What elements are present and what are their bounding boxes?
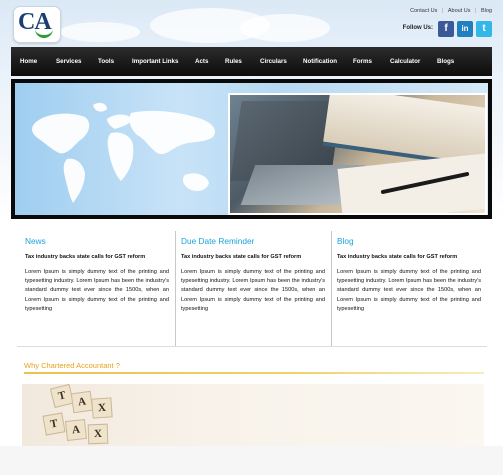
section-underline (24, 372, 484, 374)
nav-item-calculator[interactable]: Calculator (390, 58, 420, 65)
tax-dice-image: T A X T A X (22, 384, 484, 446)
blog-title[interactable]: Blog (337, 236, 354, 246)
blog-body: Lorem Ipsum is simply dummy text of the … (337, 269, 481, 312)
due-date-subtitle[interactable]: Tax industry backs state calls for GST r… (181, 254, 301, 260)
blog-column: Blog Tax industry backs state calls for … (329, 231, 482, 346)
dice-a: A (70, 390, 94, 414)
cloud-decoration (60, 22, 140, 42)
contact-us-link[interactable]: Contact Us (410, 8, 437, 14)
news-body: Lorem Ipsum is simply dummy text of the … (25, 269, 169, 312)
due-date-column: Due Date Reminder Tax industry backs sta… (173, 231, 326, 346)
nav-item-acts[interactable]: Acts (195, 58, 208, 65)
why-ca-heading: Why Chartered Accountant ? (24, 361, 120, 370)
linkedin-icon[interactable]: in (457, 21, 473, 37)
due-date-title[interactable]: Due Date Reminder (181, 236, 254, 246)
cloud-decoration (240, 14, 330, 42)
follow-us-label: Follow Us: (402, 25, 433, 31)
blog-link[interactable]: Blog (481, 8, 492, 14)
blog-subtitle[interactable]: Tax industry backs state calls for GST r… (337, 254, 457, 260)
nav-item-tools[interactable]: Tools (98, 58, 114, 65)
dice-x: X (87, 423, 109, 445)
bottom-strip (0, 446, 503, 475)
divider: | (441, 8, 444, 14)
news-subtitle[interactable]: Tax industry backs state calls for GST r… (25, 254, 145, 260)
world-map-image (32, 102, 215, 203)
nav-item-services[interactable]: Services (56, 58, 81, 65)
divider: | (475, 8, 477, 14)
facebook-icon[interactable]: f (438, 21, 454, 37)
nav-item-home[interactable]: Home (20, 58, 37, 65)
nav-item-blogs[interactable]: Blogs (437, 58, 454, 65)
due-date-body: Lorem Ipsum is simply dummy text of the … (181, 269, 325, 312)
news-column: News Tax industry backs state calls for … (17, 231, 170, 346)
nav-item-forms[interactable]: Forms (353, 58, 372, 65)
nav-item-important-links[interactable]: Important Links (132, 58, 178, 65)
nav-item-rules[interactable]: Rules (225, 58, 242, 65)
news-title[interactable]: News (25, 236, 46, 246)
laptop-books-image (228, 93, 487, 215)
logo-swoosh (35, 29, 53, 38)
columns-bottom-border (17, 346, 487, 347)
site-logo[interactable]: CA (13, 6, 61, 43)
nav-item-circulars[interactable]: Circulars (260, 58, 287, 65)
dice-x: X (91, 397, 113, 419)
twitter-icon[interactable]: t (476, 21, 492, 37)
hero-banner (11, 79, 492, 219)
banner-background (15, 83, 488, 215)
main-nav: Home Services Tools Important Links Acts… (11, 47, 492, 76)
dice-t: T (42, 412, 66, 436)
nav-item-notification[interactable]: Notification (303, 58, 337, 65)
about-us-link[interactable]: About Us (448, 8, 471, 14)
dice-a: A (65, 419, 87, 441)
top-links: Contact Us | About Us | Blog (407, 8, 492, 14)
